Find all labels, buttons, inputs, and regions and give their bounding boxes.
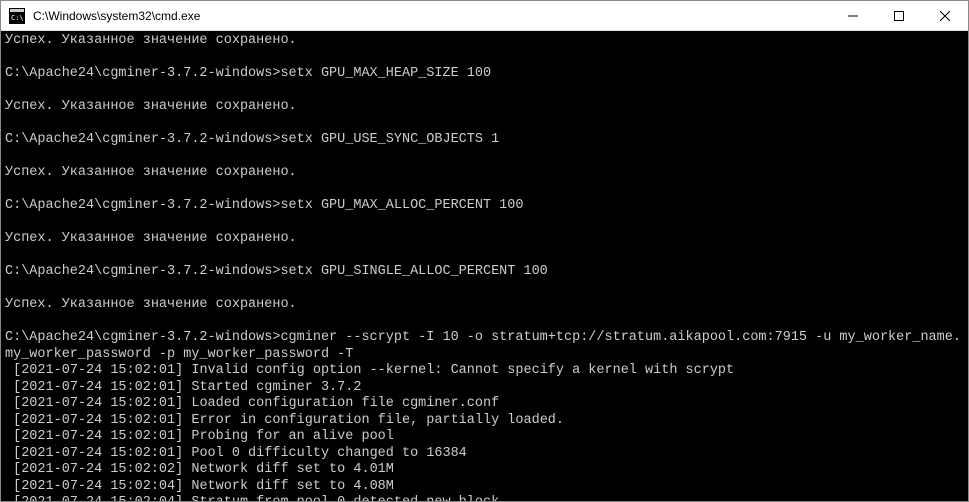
terminal-line: [2021-07-24 15:02:01] Error in configura… (5, 413, 964, 430)
terminal-line (5, 314, 964, 331)
cmd-icon: C:\ (9, 8, 25, 24)
svg-text:C:\: C:\ (11, 14, 24, 22)
terminal-line: [2021-07-24 15:02:04] Network diff set t… (5, 479, 964, 496)
terminal-line: Успех. Указанное значение сохранено. (5, 33, 964, 50)
terminal-line: [2021-07-24 15:02:01] Invalid config opt… (5, 363, 964, 380)
terminal-line (5, 281, 964, 298)
terminal-line: C:\Apache24\cgminer-3.7.2-windows>setx G… (5, 66, 964, 83)
terminal-line: [2021-07-24 15:02:01] Started cgminer 3.… (5, 380, 964, 397)
terminal-line: C:\Apache24\cgminer-3.7.2-windows>cgmine… (5, 330, 964, 363)
terminal-line (5, 215, 964, 232)
terminal-line (5, 149, 964, 166)
terminal-output[interactable]: Успех. Указанное значение сохранено. C:\… (1, 31, 968, 501)
terminal-line: Успех. Указанное значение сохранено. (5, 99, 964, 116)
terminal-line: [2021-07-24 15:02:02] Network diff set t… (5, 462, 964, 479)
terminal-line: C:\Apache24\cgminer-3.7.2-windows>setx G… (5, 264, 964, 281)
close-button[interactable] (922, 1, 968, 30)
terminal-line: [2021-07-24 15:02:04] Stratum from pool … (5, 495, 964, 501)
window-title: C:\Windows\system32\cmd.exe (33, 9, 830, 23)
terminal-line: Успех. Указанное значение сохранено. (5, 231, 964, 248)
terminal-line (5, 50, 964, 67)
maximize-button[interactable] (876, 1, 922, 30)
terminal-line: Успех. Указанное значение сохранено. (5, 165, 964, 182)
window-controls (830, 1, 968, 30)
terminal-line: C:\Apache24\cgminer-3.7.2-windows>setx G… (5, 132, 964, 149)
terminal-line: [2021-07-24 15:02:01] Loaded configurati… (5, 396, 964, 413)
terminal-line (5, 116, 964, 133)
terminal-line: [2021-07-24 15:02:01] Probing for an ali… (5, 429, 964, 446)
minimize-button[interactable] (830, 1, 876, 30)
terminal-line: C:\Apache24\cgminer-3.7.2-windows>setx G… (5, 198, 964, 215)
terminal-line (5, 248, 964, 265)
cmd-window: C:\ C:\Windows\system32\cmd.exe Успех. У… (0, 0, 969, 502)
terminal-line (5, 182, 964, 199)
titlebar[interactable]: C:\ C:\Windows\system32\cmd.exe (1, 1, 968, 31)
terminal-line: [2021-07-24 15:02:01] Pool 0 difficulty … (5, 446, 964, 463)
terminal-line (5, 83, 964, 100)
terminal-line: Успех. Указанное значение сохранено. (5, 297, 964, 314)
